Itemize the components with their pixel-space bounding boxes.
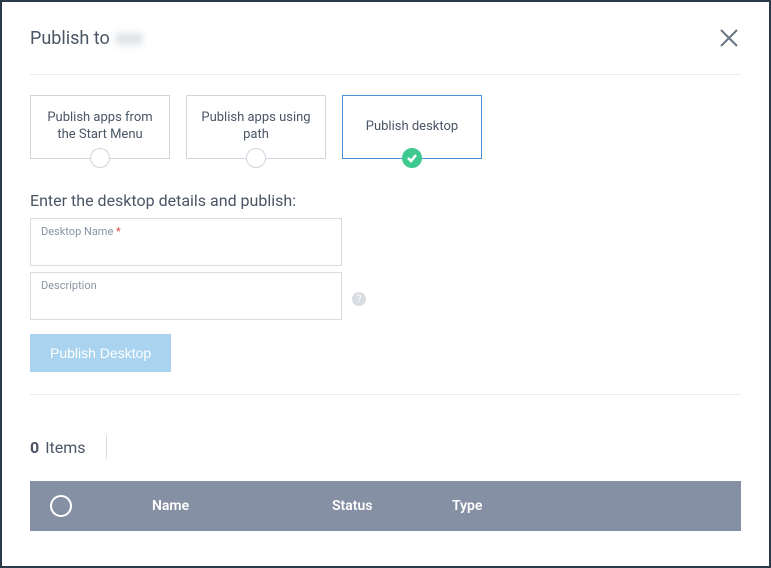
table-header: Name Status Type	[30, 481, 741, 531]
required-asterisk: *	[116, 225, 121, 238]
tab-label: Publish desktop	[366, 119, 458, 136]
description-field-wrap: Description	[30, 272, 342, 320]
items-label: Items	[45, 438, 85, 457]
tab-label: Publish apps from the Start Menu	[41, 110, 159, 144]
close-icon[interactable]	[717, 26, 741, 50]
description-row: Description ?	[30, 272, 741, 326]
tab-publish-desktop[interactable]: Publish desktop	[342, 95, 482, 159]
tab-indicator-icon	[246, 148, 266, 168]
tab-indicator-check-icon	[402, 148, 422, 168]
col-name: Name	[152, 498, 332, 514]
tab-label: Publish apps using path	[197, 110, 315, 144]
col-type: Type	[452, 498, 721, 514]
divider	[30, 394, 741, 395]
title-target: xxx	[116, 28, 143, 49]
help-icon[interactable]: ?	[352, 292, 366, 306]
items-separator	[106, 435, 107, 459]
publish-desktop-button[interactable]: Publish Desktop	[30, 334, 171, 372]
tab-start-menu[interactable]: Publish apps from the Start Menu	[30, 95, 170, 159]
dialog-title: Publish to xxx	[30, 28, 143, 49]
col-status: Status	[332, 498, 452, 514]
publish-tabs: Publish apps from the Start Menu Publish…	[30, 95, 741, 159]
section-label: Enter the desktop details and publish:	[30, 191, 741, 210]
items-count: 0	[30, 438, 39, 457]
select-all-checkbox[interactable]	[50, 495, 72, 517]
title-prefix: Publish to	[30, 28, 110, 49]
desktop-name-field-wrap: Desktop Name *	[30, 218, 342, 266]
tab-using-path[interactable]: Publish apps using path	[186, 95, 326, 159]
desktop-name-label: Desktop Name *	[41, 225, 121, 238]
tab-indicator-icon	[90, 148, 110, 168]
dialog-header: Publish to xxx	[30, 26, 741, 75]
items-count-row: 0 Items	[30, 435, 741, 459]
description-label: Description	[41, 279, 97, 292]
